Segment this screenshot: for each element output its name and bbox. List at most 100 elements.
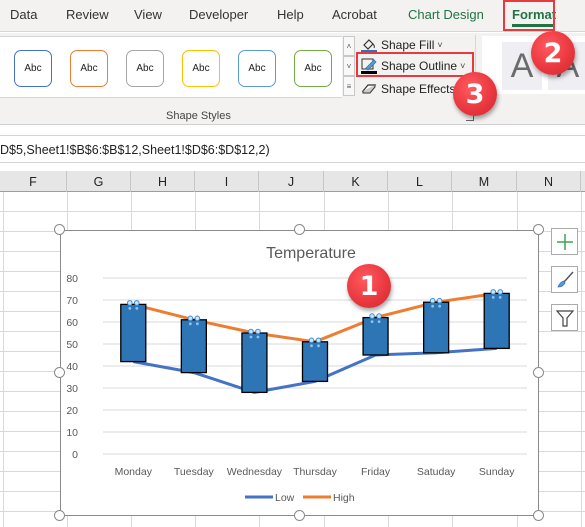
column-header-m[interactable]: M — [452, 171, 517, 192]
data-point-handle[interactable] — [187, 315, 194, 322]
data-point-handle[interactable] — [315, 337, 322, 344]
grid-line — [3, 192, 4, 527]
data-point-handle — [370, 320, 374, 323]
data-point-handle — [128, 307, 132, 310]
data-point-handle — [431, 304, 435, 308]
ribbon-format-panel: Abc Abc Abc Abc Abc Abc ˄ ˅ ≡ Shape Fill… — [0, 33, 585, 125]
chevron-down-icon: ˅ — [437, 40, 443, 50]
chart-filters-button[interactable] — [551, 304, 578, 331]
legend-high-label: High — [333, 492, 355, 504]
data-point-handle[interactable] — [308, 337, 315, 344]
x-tick-label: Tuesday — [174, 466, 215, 478]
column-header-k[interactable]: K — [324, 171, 388, 192]
x-tick-label: Thursday — [293, 466, 338, 478]
data-point-handle[interactable] — [497, 289, 504, 295]
data-point-handle[interactable] — [369, 313, 375, 319]
column-header-n[interactable]: N — [517, 171, 581, 192]
resize-handle-bottom[interactable] — [294, 510, 305, 521]
shape-style-orange[interactable]: Abc — [70, 50, 108, 87]
paintbrush-icon — [556, 270, 574, 287]
column-header-l[interactable]: L — [388, 171, 452, 192]
data-point-handle[interactable] — [126, 300, 133, 306]
y-tick-label: 60 — [66, 317, 78, 329]
shape-style-gold[interactable]: Abc — [182, 50, 220, 87]
chart-title[interactable]: Temperature — [266, 245, 356, 262]
shape-style-gray[interactable]: Abc — [126, 50, 164, 87]
data-point-handle — [491, 296, 495, 299]
data-point-handle — [377, 320, 381, 323]
resize-handle-right[interactable] — [533, 367, 544, 378]
data-point-handle[interactable] — [133, 300, 140, 306]
data-point-handle[interactable] — [248, 328, 254, 335]
data-point-handle — [317, 344, 320, 348]
shape-style-blue[interactable]: Abc — [14, 50, 52, 87]
gallery-scroll-down-button[interactable]: ˅ — [343, 56, 355, 76]
up-bar[interactable] — [180, 319, 208, 374]
y-tick-label: 10 — [66, 427, 78, 439]
shape-fill-label: Shape Fill — [381, 38, 435, 52]
column-header-g[interactable]: G — [67, 171, 131, 192]
callout-step-1: 1 — [347, 264, 391, 308]
data-point-handle[interactable] — [194, 315, 201, 322]
resize-handle-left[interactable] — [54, 367, 65, 378]
gallery-more-button[interactable]: ≡ — [343, 76, 355, 96]
data-point-handle[interactable] — [490, 289, 497, 295]
up-bar[interactable] — [422, 301, 450, 354]
resize-handle-top-right[interactable] — [533, 224, 544, 235]
legend[interactable]: Low High — [245, 492, 355, 504]
up-bar[interactable] — [241, 332, 268, 394]
gallery-scroll-up-button[interactable]: ˄ — [343, 36, 355, 56]
tab-chart-design[interactable]: Chart Design — [408, 7, 484, 22]
shape-effects-button[interactable]: Shape Effects — [361, 79, 456, 99]
paint-bucket-icon — [361, 37, 377, 53]
column-header-h[interactable]: H — [131, 171, 195, 192]
tab-data[interactable]: Data — [10, 7, 37, 22]
funnel-icon — [555, 309, 574, 327]
column-header-f[interactable]: F — [0, 171, 67, 192]
shape-styles-group-label: Shape Styles — [166, 110, 231, 122]
formula-bar[interactable]: D$5,Sheet1!$B$6:$B$12,Sheet1!$D$6:$D$12,… — [0, 135, 585, 163]
tab-review[interactable]: Review — [66, 7, 109, 22]
temperature-chart: Temperature 0 10 20 30 40 50 60 70 80 Monday Tues… — [66, 245, 527, 504]
shape-style-green[interactable]: Abc — [294, 50, 332, 87]
y-tick-label: 30 — [66, 383, 78, 395]
x-tick-label: Monday — [115, 466, 153, 478]
column-header-i[interactable]: I — [195, 171, 259, 192]
resize-handle-top[interactable] — [294, 224, 305, 235]
x-tick-label: Wednesday — [227, 466, 283, 478]
y-tick-label: 80 — [66, 273, 78, 285]
up-bar[interactable] — [301, 341, 329, 383]
tab-view[interactable]: View — [134, 7, 162, 22]
chart-elements-button[interactable] — [551, 228, 578, 255]
plus-icon — [556, 233, 573, 250]
shape-effects-label: Shape Effects — [381, 82, 456, 96]
column-header-j[interactable]: J — [259, 171, 324, 192]
resize-handle-top-left[interactable] — [54, 224, 65, 235]
data-point-handle — [135, 307, 139, 310]
tab-developer[interactable]: Developer — [189, 7, 248, 22]
resize-handle-bottom-right[interactable] — [533, 510, 544, 521]
x-axis-ticks: Monday Tuesday Wednesday Thursday Friday Satu… — [115, 466, 516, 478]
data-point-handle[interactable] — [376, 313, 382, 319]
data-point-handle[interactable] — [429, 297, 436, 304]
data-point-handle — [498, 296, 502, 299]
legend-low-label: Low — [275, 492, 295, 504]
callout-step-3: 3 — [453, 72, 497, 116]
up-bar[interactable] — [120, 303, 147, 363]
column-headers: F G H I J K L M N — [0, 171, 585, 192]
data-point-handle[interactable] — [436, 297, 443, 304]
chart-styles-button[interactable] — [551, 266, 578, 293]
data-point-handle — [310, 344, 313, 348]
tab-help[interactable]: Help — [277, 7, 304, 22]
up-bar[interactable] — [483, 292, 510, 350]
y-axis-ticks: 0 10 20 30 40 50 60 70 80 — [66, 273, 78, 461]
tab-acrobat[interactable]: Acrobat — [332, 7, 377, 22]
callout-step-2: 2 — [531, 31, 575, 75]
chart-area[interactable]: Temperature 0 10 20 30 40 50 60 70 80 Monday Tues… — [60, 230, 539, 516]
up-bar[interactable] — [362, 316, 389, 356]
resize-handle-bottom-left[interactable] — [54, 510, 65, 521]
data-point-handle — [195, 322, 199, 326]
data-point-handle — [188, 322, 192, 326]
data-point-handle[interactable] — [255, 328, 261, 335]
shape-style-light-blue[interactable]: Abc — [238, 50, 276, 87]
